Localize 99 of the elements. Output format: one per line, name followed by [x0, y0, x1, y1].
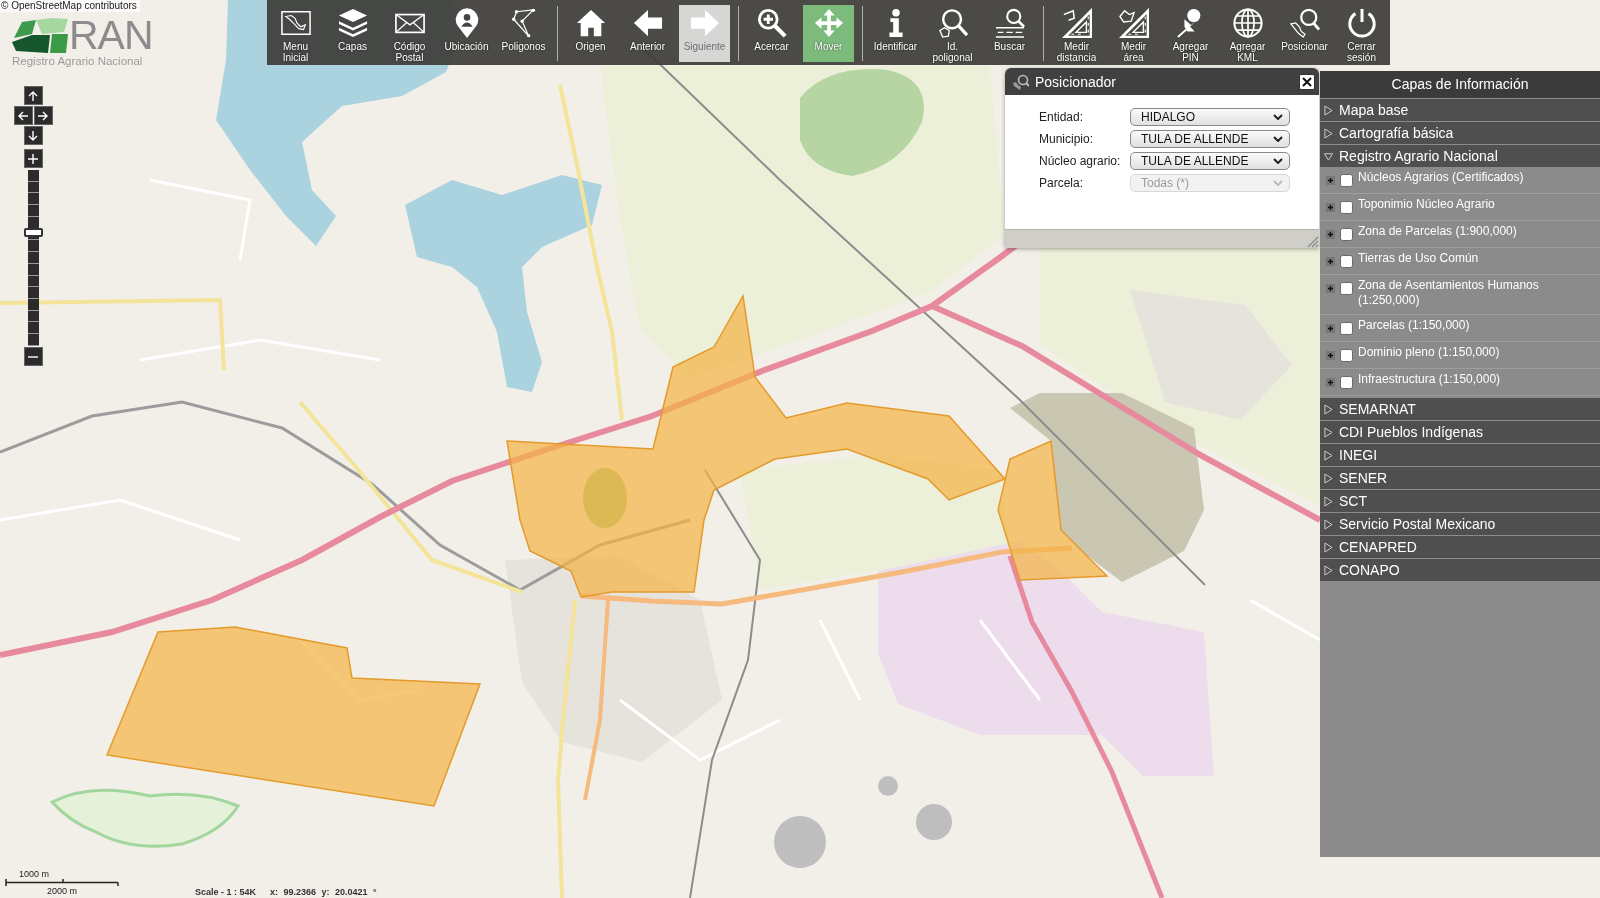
scale-label: 1000 m — [19, 869, 51, 879]
layer-group-header[interactable]: Cartografía básica — [1320, 122, 1600, 144]
add-pin-button[interactable]: Agregar PIN — [1165, 5, 1216, 62]
chevron-icon — [1273, 158, 1283, 164]
plus-icon[interactable] — [1326, 203, 1335, 212]
field-label: Parcela: — [1039, 176, 1085, 190]
street — [1249, 598, 1321, 642]
checkbox[interactable] — [1340, 349, 1353, 362]
plus-icon[interactable] — [1326, 176, 1335, 185]
chevron-icon — [1273, 114, 1283, 120]
field-label: Entidad: — [1039, 110, 1085, 124]
close-button[interactable] — [1299, 73, 1315, 90]
logout-button[interactable]: Cerrar sesión — [1336, 5, 1387, 62]
locate-button[interactable]: Posicionar — [1279, 5, 1330, 62]
select-field[interactable]: HIDALGO — [1130, 108, 1290, 126]
chevron-icon — [1273, 136, 1283, 142]
home-icon — [575, 8, 606, 38]
layer-group-header[interactable]: SENER — [1320, 467, 1600, 489]
layer-label: Parcelas (1:150,000) — [1358, 318, 1471, 333]
close-icon — [1302, 76, 1312, 87]
field-label: Municipio: — [1039, 132, 1095, 146]
layer-group-header[interactable]: SCT — [1320, 490, 1600, 512]
quarry-pit — [916, 804, 952, 840]
plus-icon[interactable] — [1326, 230, 1335, 239]
scale-label: 2000 m — [47, 886, 79, 896]
map-attribution: © OpenStreetMap contributors — [0, 0, 140, 12]
layer-group-header[interactable]: CDI Pueblos Indígenas — [1320, 421, 1600, 443]
layer-group-header[interactable]: Registro Agrario Nacional — [1320, 145, 1600, 167]
home-view-button[interactable]: Origen — [565, 5, 616, 62]
plus-icon[interactable] — [1326, 351, 1335, 360]
map-scale-text: Scale - 1 : 54K — [195, 887, 257, 898]
layer-label: Infraestructura (1:150,000) — [1358, 372, 1502, 387]
dialog-title: Posicionador — [1035, 73, 1117, 90]
measure-distance-button[interactable]: Medir distancia — [1051, 5, 1102, 62]
checkbox[interactable] — [1340, 201, 1353, 214]
checkbox[interactable] — [1340, 228, 1353, 241]
previous-view-button[interactable]: Anterior — [622, 5, 673, 62]
logo-name: RAN — [69, 17, 153, 53]
coordinates-text: x: 99.2366 y: 20.0421 ° — [270, 887, 377, 898]
right-arrow-icon — [689, 8, 720, 38]
select-field[interactable]: TULA DE ALLENDE — [1130, 152, 1290, 170]
layer-label: Tierras de Uso Común — [1358, 251, 1480, 266]
plus-icon[interactable] — [1326, 284, 1335, 293]
down-arrow-icon — [28, 130, 38, 141]
map-frame-icon — [280, 8, 311, 38]
layers-icon — [337, 8, 368, 38]
zoom-in-button[interactable]: Acercar — [746, 5, 797, 62]
left-arrow-icon — [632, 8, 663, 38]
left-arrow-icon — [18, 110, 28, 121]
layer-group-header[interactable]: Mapa base — [1320, 99, 1600, 121]
layer-group-header[interactable]: SEMARNAT — [1320, 398, 1600, 420]
layer-group-header[interactable]: Servicio Postal Mexicano — [1320, 513, 1600, 535]
identify-polygon-button[interactable]: Id. poligonal — [927, 5, 978, 62]
layer-label: Zona de Parcelas (1:900,000) — [1358, 224, 1518, 239]
panel-title: Capas de Información — [1320, 71, 1600, 98]
search-button[interactable]: Buscar — [984, 5, 1035, 62]
select-field[interactable]: TULA DE ALLENDE — [1130, 130, 1290, 148]
layer-label: Dominio pleno (1:150,000) — [1358, 345, 1501, 360]
add-kml-button[interactable]: Agregar KML — [1222, 5, 1273, 62]
polygons-button[interactable]: Poligonos — [498, 5, 549, 62]
magnifier-icon — [1289, 8, 1320, 38]
checkbox[interactable] — [1340, 255, 1353, 268]
plus-icon[interactable] — [1326, 257, 1335, 266]
checkbox[interactable] — [1340, 376, 1353, 389]
power-icon — [1346, 8, 1377, 38]
globe-icon — [1232, 8, 1263, 38]
postal-code-button[interactable]: Código Postal — [384, 5, 435, 62]
layer-label: Toponimio Núcleo Agrario — [1358, 197, 1496, 212]
zoom-slider-thumb[interactable] — [23, 228, 43, 238]
right-arrow-icon — [38, 110, 48, 121]
plus-icon — [28, 153, 38, 164]
magnifier-icon — [994, 8, 1025, 38]
layer-group-header[interactable]: CONAPO — [1320, 559, 1600, 581]
checkbox[interactable] — [1340, 282, 1353, 295]
field-label: Núcleo agrario: — [1039, 154, 1122, 168]
location-button[interactable]: Ubicación — [441, 5, 492, 62]
magnifier-icon — [937, 8, 968, 38]
checkbox[interactable] — [1340, 174, 1353, 187]
chevron-icon — [1273, 180, 1283, 186]
quarry-pit — [774, 816, 826, 868]
layers-button[interactable]: Capas — [327, 5, 378, 62]
identify-button[interactable]: Identificar — [870, 5, 921, 62]
checkbox[interactable] — [1340, 322, 1353, 335]
move-arrows-icon — [813, 8, 844, 38]
layer-label: Núcleos Agrarios (Certificados) — [1358, 170, 1525, 185]
layer-label: Zona de Asentamientos Humanos (1:250,000) — [1358, 278, 1540, 308]
quarry-pit — [878, 776, 898, 796]
main-menu-button[interactable]: Menu Inicial — [270, 5, 321, 62]
logo-icon — [12, 18, 68, 53]
zoom-in-icon — [756, 8, 787, 38]
layer-group-header[interactable]: INEGI — [1320, 444, 1600, 466]
magnifier-icon — [1013, 73, 1029, 90]
measure-area-button[interactable]: Medir área — [1108, 5, 1159, 62]
logo-subtitle: Registro Agrario Nacional — [12, 55, 144, 67]
up-arrow-icon — [28, 90, 38, 101]
plus-icon[interactable] — [1326, 378, 1335, 387]
plus-icon[interactable] — [1326, 324, 1335, 333]
resize-grip-icon[interactable] — [1307, 236, 1319, 248]
layer-group-header[interactable]: CENAPRED — [1320, 536, 1600, 558]
